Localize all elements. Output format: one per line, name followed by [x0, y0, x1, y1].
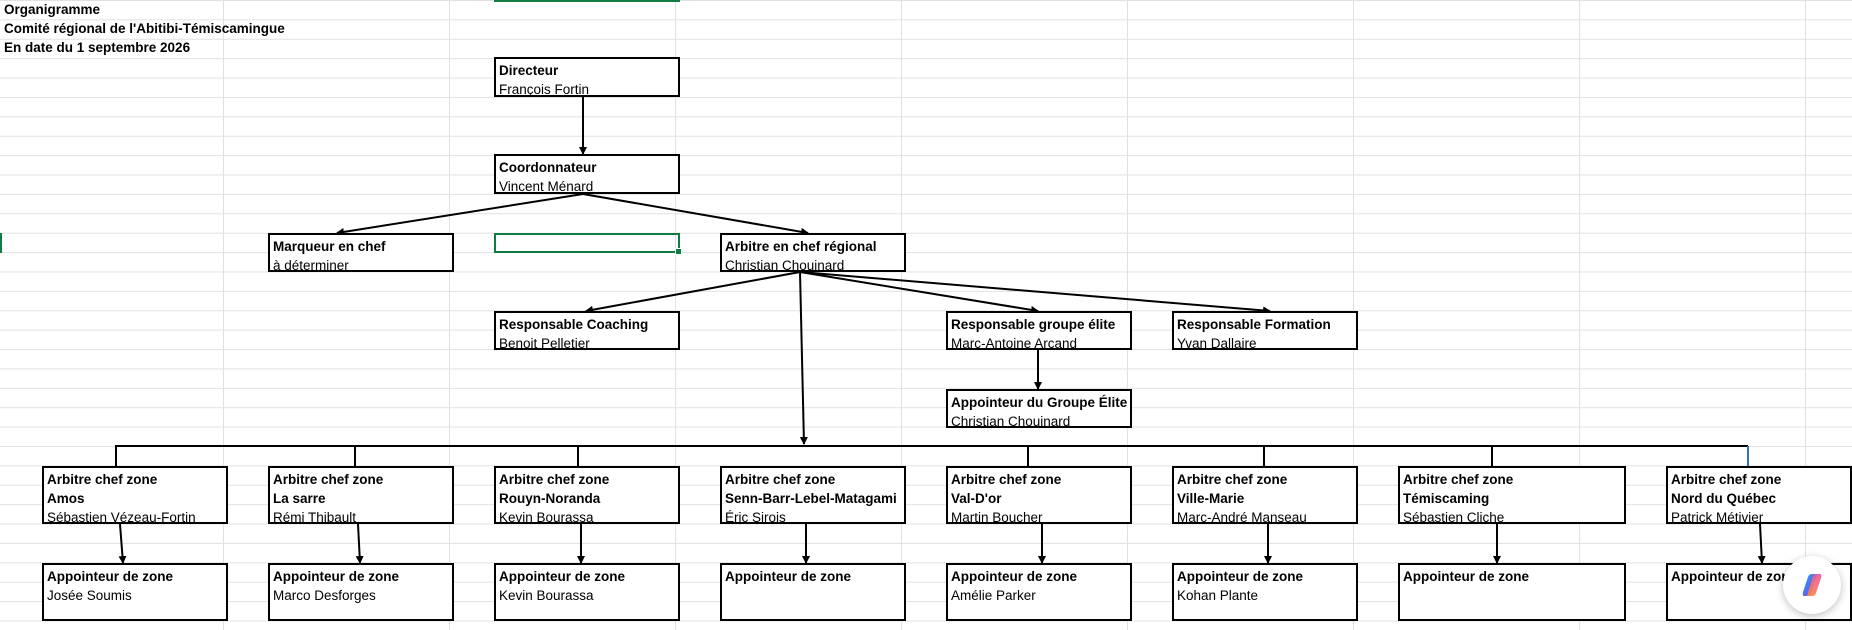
org-box-appointeur-temiscaming[interactable]: Appointeur de zone: [1398, 563, 1626, 621]
org-box-appointeur-la-sarre[interactable]: Appointeur de zone Marco Desforges: [268, 563, 454, 621]
role-title: Appointeur de zone: [725, 569, 851, 584]
person-name: Kevin Bourassa: [499, 588, 594, 603]
role-title: Arbitre chef zone: [1177, 472, 1288, 487]
person-name: Éric Sirois: [725, 510, 786, 524]
role-title: Appointeur de zone: [273, 569, 399, 584]
person-name: Yvan Dallaire: [1177, 336, 1257, 350]
role-title: Arbitre chef zone: [499, 472, 610, 487]
org-box-appointeur-ville-marie[interactable]: Appointeur de zone Kohan Plante: [1172, 563, 1358, 621]
role-title: Responsable Formation: [1177, 317, 1331, 332]
person-name: Rémi Thibault: [273, 510, 357, 524]
person-name: Sébastien Vézeau-Fortin: [47, 510, 196, 524]
org-box-appointeur-senn-barr[interactable]: Appointeur de zone: [720, 563, 906, 621]
person-name: Kohan Plante: [1177, 588, 1259, 603]
person-name: Kevin Bourassa: [499, 510, 594, 524]
org-box-appointeur-rouyn-noranda[interactable]: Appointeur de zone Kevin Bourassa: [494, 563, 680, 621]
role-title: Responsable Coaching: [499, 317, 649, 332]
role-title: Arbitre chef zone: [951, 472, 1062, 487]
role-title: Appointeur de zone: [1177, 569, 1303, 584]
person-name: Amélie Parker: [951, 588, 1036, 603]
person-name: François Fortin: [499, 82, 590, 97]
role-title: Appointeur du Groupe Élite: [951, 395, 1128, 410]
org-box-zone-chef-amos[interactable]: Arbitre chef zone Amos Sébastien Vézeau-…: [42, 466, 228, 524]
org-box-responsable-coaching[interactable]: Responsable Coaching Benoit Pelletier: [494, 311, 680, 350]
person-name: Martin Boucher: [951, 510, 1043, 524]
role-title: Arbitre chef zone: [47, 472, 158, 487]
org-box-zone-chef-rouyn-noranda[interactable]: Arbitre chef zone Rouyn-Noranda Kevin Bo…: [494, 466, 680, 524]
person-name: Benoit Pelletier: [499, 336, 590, 350]
org-box-directeur[interactable]: Directeur François Fortin: [494, 57, 680, 97]
zone-name: La sarre: [273, 491, 326, 506]
zone-name: Ville-Marie: [1177, 491, 1245, 506]
role-title: Appointeur de zone: [499, 569, 625, 584]
zone-name: Nord du Québec: [1671, 491, 1777, 506]
org-box-zone-chef-senn-barr[interactable]: Arbitre chef zone Senn-Barr-Lebel-Mataga…: [720, 466, 906, 524]
zone-name: Val-D'or: [951, 491, 1002, 506]
selected-cell[interactable]: [494, 233, 682, 255]
person-name: Sébastien Cliche: [1403, 510, 1505, 524]
role-title: Appointeur de zone: [951, 569, 1077, 584]
connector-lines: [115, 97, 1766, 564]
org-box-zone-chef-la-sarre[interactable]: Arbitre chef zone La sarre Rémi Thibault: [268, 466, 454, 524]
org-box-appointeur-amos[interactable]: Appointeur de zone Josée Soumis: [42, 563, 228, 621]
org-box-appointeur-val-dor[interactable]: Appointeur de zone Amélie Parker: [946, 563, 1132, 621]
org-box-marqueur-en-chef[interactable]: Marqueur en chef à déterminer: [268, 233, 454, 272]
org-box-arbitre-en-chef[interactable]: Arbitre en chef régional Christian Choui…: [720, 233, 906, 272]
role-title: Directeur: [499, 63, 559, 78]
zone-name: Rouyn-Noranda: [499, 491, 601, 506]
role-title: Responsable groupe élite: [951, 317, 1116, 332]
role-title: Arbitre chef zone: [273, 472, 384, 487]
org-box-zone-chef-val-dor[interactable]: Arbitre chef zone Val-D'or Martin Bouche…: [946, 466, 1132, 524]
org-box-appointeur-groupe-elite[interactable]: Appointeur du Groupe Élite Christian Cho…: [946, 389, 1132, 428]
person-name: à déterminer: [273, 258, 349, 272]
copilot-icon: [1802, 574, 1822, 596]
role-title: Arbitre chef zone: [1671, 472, 1782, 487]
person-name: Marco Desforges: [273, 588, 376, 603]
role-title: Marqueur en chef: [273, 239, 386, 254]
copilot-button[interactable]: [1783, 556, 1841, 614]
org-box-responsable-groupe-elite[interactable]: Responsable groupe élite Marc-Antoine Ar…: [946, 311, 1132, 350]
person-name: Vincent Ménard: [499, 179, 594, 194]
zone-name: Senn-Barr-Lebel-Matagami: [725, 491, 897, 506]
org-box-zone-chef-ville-marie[interactable]: Arbitre chef zone Ville-Marie Marc-André…: [1172, 466, 1358, 524]
zone-name: Amos: [47, 491, 85, 506]
person-name: Christian Chouinard: [725, 258, 845, 272]
person-name: Patrick Métivier: [1671, 510, 1764, 524]
role-title: Appointeur de zone: [47, 569, 173, 584]
person-name: Marc-Antoine Arcand: [951, 336, 1078, 350]
person-name: Christian Chouinard: [951, 414, 1071, 428]
zone-name: Témiscaming: [1403, 491, 1490, 506]
spreadsheet-grid[interactable]: Organigramme Comité régional de l'Abitib…: [0, 0, 1852, 630]
role-title: Arbitre chef zone: [725, 472, 836, 487]
org-box-zone-chef-temiscaming[interactable]: Arbitre chef zone Témiscaming Sébastien …: [1398, 466, 1626, 524]
person-name: Josée Soumis: [47, 588, 132, 603]
org-box-zone-chef-nord-du-quebec[interactable]: Arbitre chef zone Nord du Québec Patrick…: [1666, 466, 1852, 524]
role-title: Appointeur de zone: [1403, 569, 1529, 584]
role-title: Coordonnateur: [499, 160, 597, 175]
role-title: Arbitre chef zone: [1403, 472, 1514, 487]
org-box-coordonnateur[interactable]: Coordonnateur Vincent Ménard: [494, 154, 680, 194]
role-title: Arbitre en chef régional: [725, 239, 877, 254]
org-box-responsable-formation[interactable]: Responsable Formation Yvan Dallaire: [1172, 311, 1358, 350]
person-name: Marc-André Manseau: [1177, 510, 1307, 524]
